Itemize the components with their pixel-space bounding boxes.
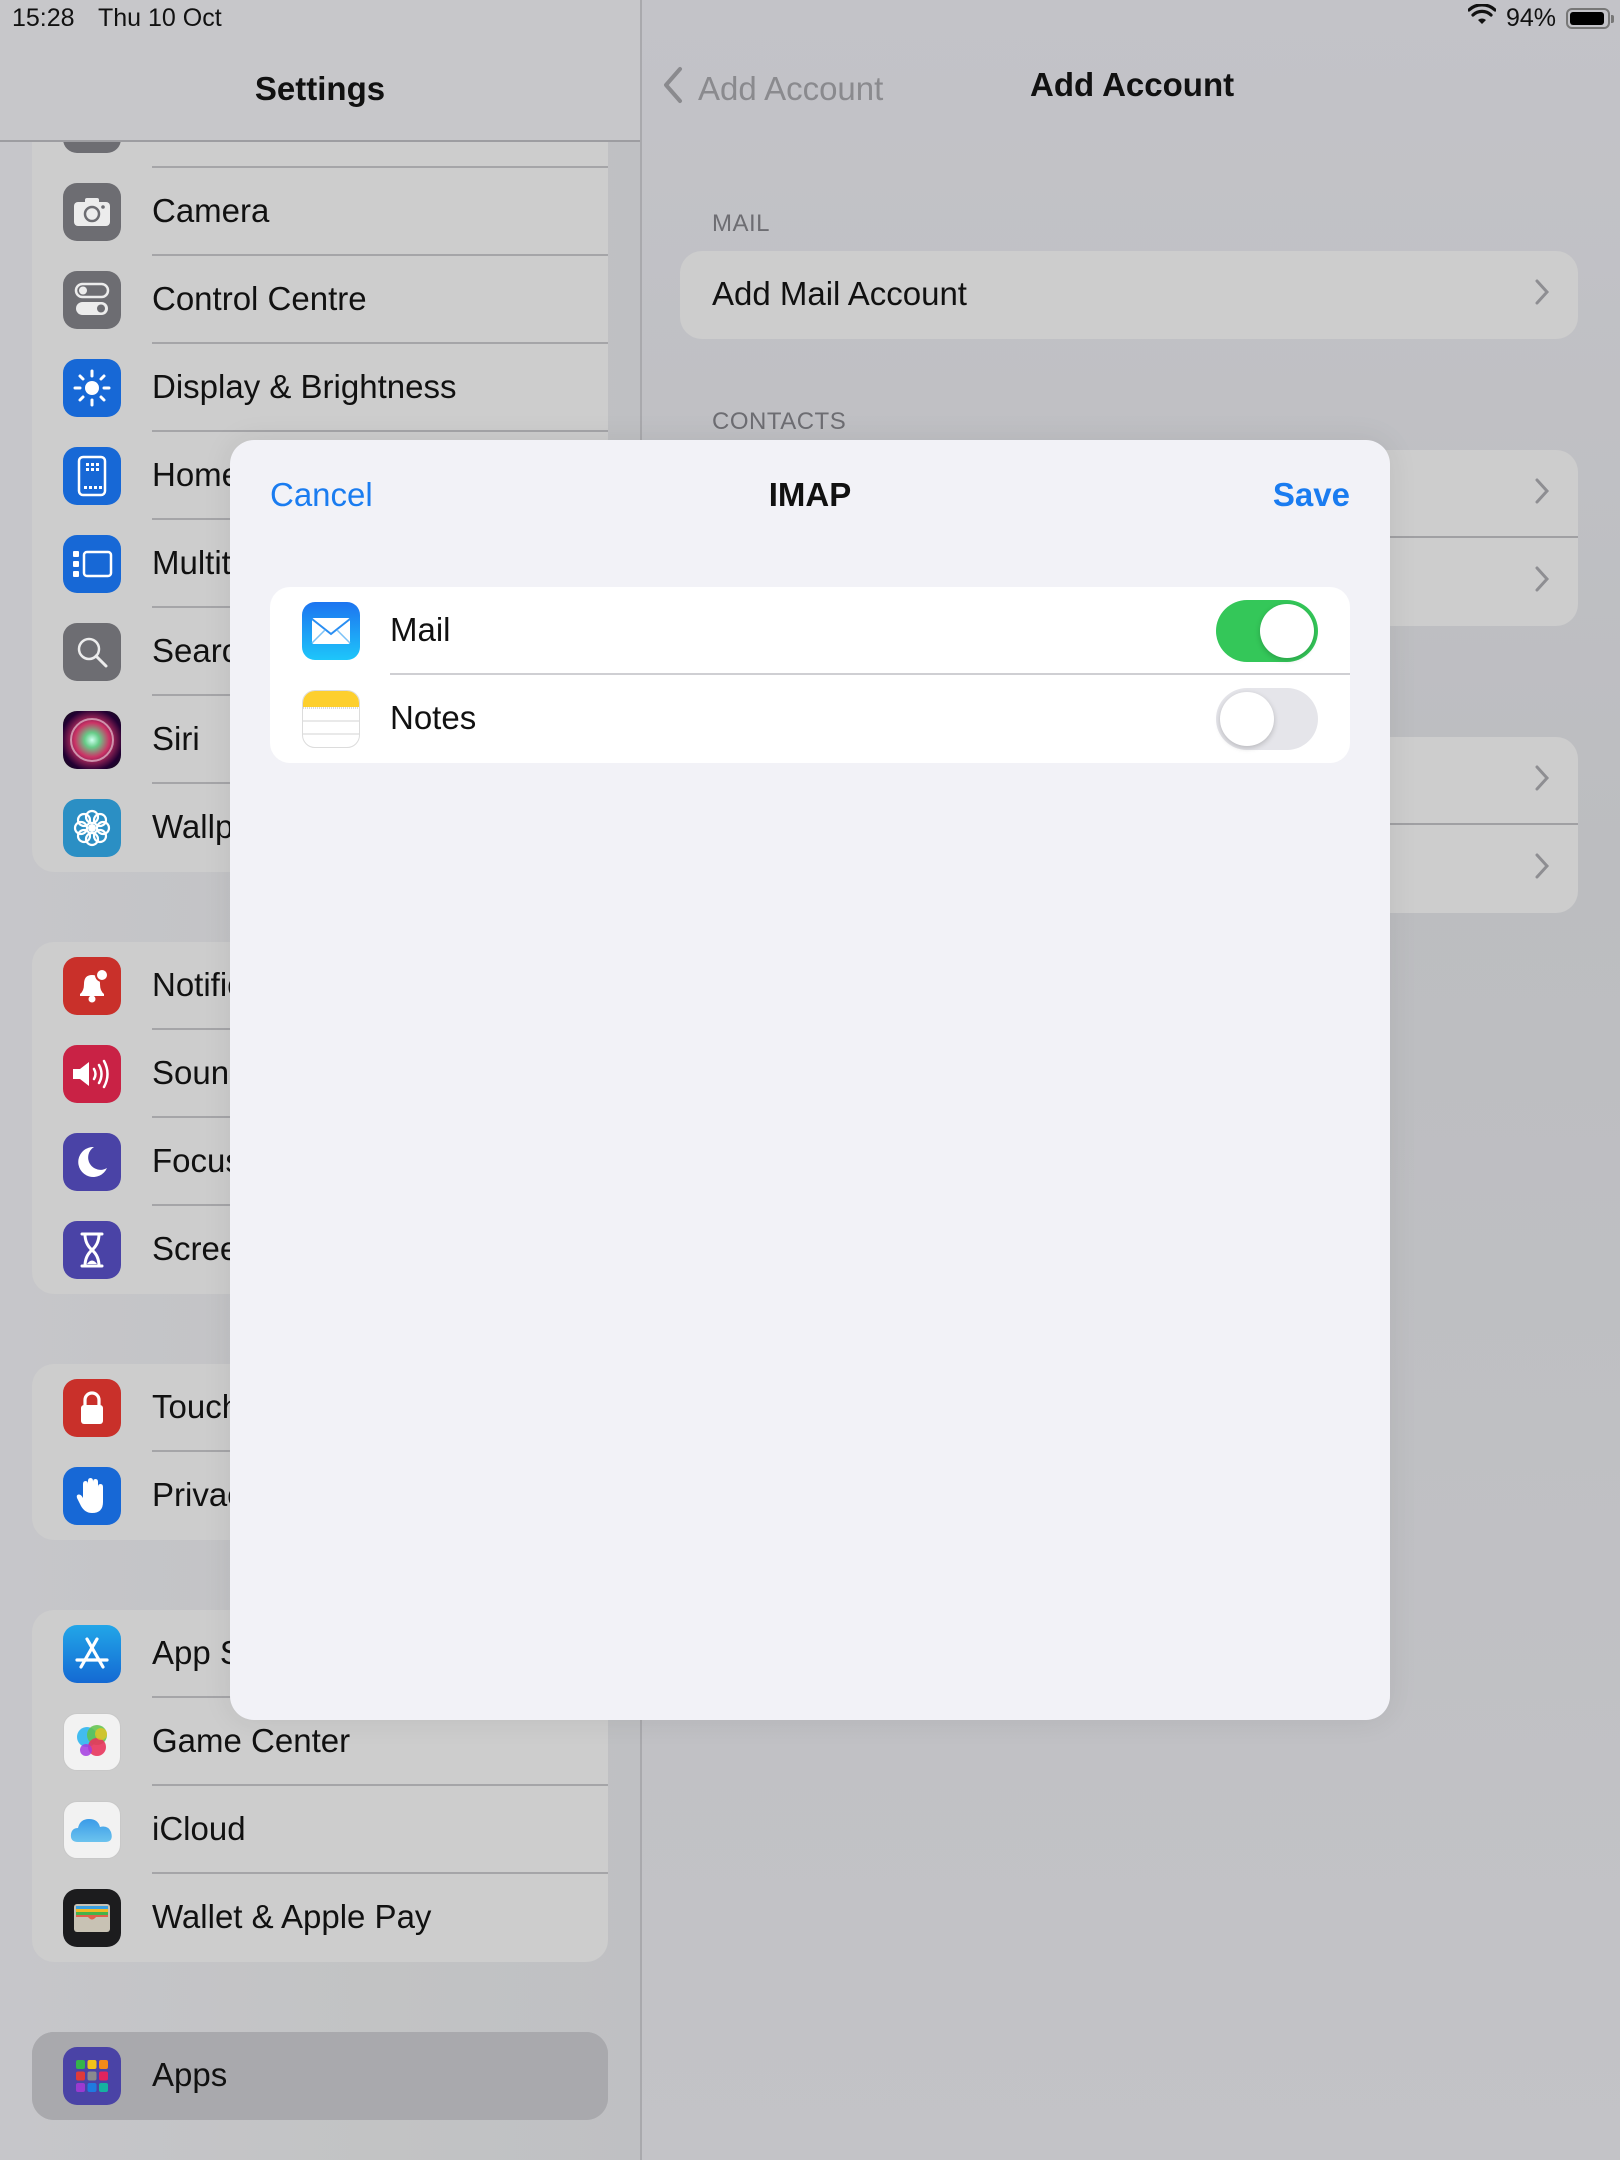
hourglass-icon: [63, 1221, 121, 1279]
multitasking-icon: [63, 535, 121, 593]
sidebar-item-label: Game Center: [152, 1722, 351, 1759]
sidebar-group-apps: Apps: [32, 2032, 608, 2120]
icloud-icon: [63, 1801, 121, 1859]
cancel-button[interactable]: Cancel: [270, 476, 373, 514]
speaker-icon: [63, 1045, 121, 1103]
section-header-contacts: CONTACTS: [712, 408, 847, 435]
chevron-right-icon: [1534, 476, 1550, 511]
sidebar-item-control-centre[interactable]: Control Centre: [32, 256, 608, 344]
save-button[interactable]: Save: [1273, 476, 1350, 514]
service-label-notes: Notes: [390, 699, 477, 736]
modal-title: IMAP: [768, 476, 852, 513]
status-bar: 15:28 Thu 10 Oct 94%: [0, 0, 1620, 40]
sidebar-title: Settings: [254, 70, 386, 107]
wifi-icon: [1467, 3, 1497, 33]
service-label-mail: Mail: [390, 611, 451, 648]
status-right: 94%: [1467, 3, 1614, 33]
sidebar-item-icloud[interactable]: iCloud: [32, 1786, 608, 1874]
mail-toggle[interactable]: [1216, 600, 1318, 662]
app-store-icon: [63, 1625, 121, 1683]
services-card: Mail Notes: [270, 587, 1350, 763]
home-screen-icon: [63, 447, 121, 505]
search-icon: [63, 623, 121, 681]
battery-icon: [1566, 8, 1614, 29]
sidebar-item-label: Control Centre: [152, 280, 367, 317]
sidebar-item-camera[interactable]: Camera: [32, 168, 608, 256]
notes-toggle[interactable]: [1216, 688, 1318, 750]
section-header-mail: MAIL: [712, 210, 771, 237]
wallet-icon: [63, 1889, 121, 1947]
sidebar-item-display-brightness[interactable]: Display & Brightness: [32, 344, 608, 432]
chevron-right-icon: [1534, 851, 1550, 886]
siri-icon: [63, 711, 121, 769]
back-label: Add Account: [698, 70, 884, 107]
sidebar-item-label: Siri: [152, 720, 200, 757]
add-mail-account-label: Add Mail Account: [712, 275, 967, 312]
service-row-notes: Notes: [270, 675, 1350, 763]
detail-title: Add Account: [1030, 66, 1235, 103]
mail-icon: [302, 602, 360, 660]
wallpaper-flower-icon: [63, 799, 121, 857]
status-date: Thu 10 Oct: [98, 4, 222, 32]
camera-icon: [63, 183, 121, 241]
moon-icon: [63, 1133, 121, 1191]
back-button[interactable]: Add Account: [662, 66, 883, 112]
game-center-icon: [63, 1713, 121, 1771]
chevron-right-icon: [1534, 564, 1550, 599]
hand-icon: [63, 1467, 121, 1525]
service-row-mail: Mail: [270, 587, 1350, 675]
chevron-right-icon: [1534, 277, 1550, 312]
chevron-right-icon: [1534, 763, 1550, 798]
notes-icon: [302, 690, 360, 748]
sidebar-item-label: iCloud: [152, 1810, 246, 1847]
control-centre-icon: [63, 271, 121, 329]
status-time: 15:28: [12, 4, 75, 32]
sidebar-item-apps[interactable]: Apps: [32, 2032, 608, 2120]
sidebar-item-label: Focus: [152, 1142, 242, 1179]
sidebar-item-label: Display & Brightness: [152, 368, 457, 405]
sidebar-item-label: Camera: [152, 192, 270, 229]
chevron-left-icon: [662, 66, 684, 112]
sidebar-item-wallet[interactable]: Wallet & Apple Pay: [32, 1874, 608, 1962]
battery-percent: 94%: [1505, 4, 1556, 32]
sun-icon: [63, 359, 121, 417]
apps-grid-icon: [63, 2047, 121, 2105]
mail-section-card: Add Mail Account: [680, 251, 1578, 339]
imap-modal-sheet: Cancel IMAP Save Mail Notes: [230, 440, 1390, 1720]
bell-icon: [63, 957, 121, 1015]
lock-icon: [63, 1379, 121, 1437]
sidebar-item-label: Apps: [152, 2056, 228, 2093]
add-mail-account-row[interactable]: Add Mail Account: [680, 251, 1578, 339]
sidebar-item-label: Wallet & Apple Pay: [152, 1898, 432, 1935]
